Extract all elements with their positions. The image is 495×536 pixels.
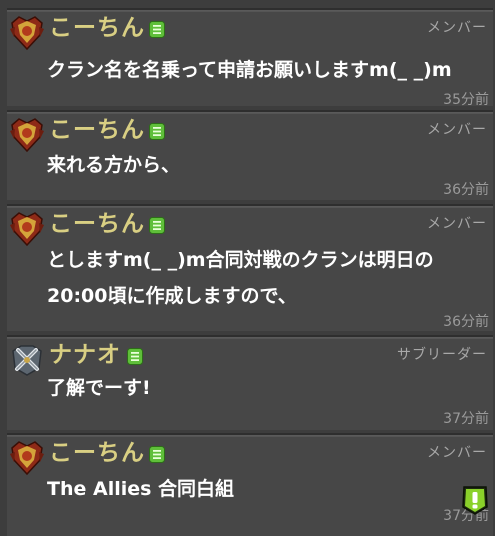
sender-name[interactable]: こーちん bbox=[49, 115, 145, 145]
chat-message: こーちん メンバー The Allies 合同白組 37分前 bbox=[7, 433, 493, 536]
exclamation-alert-icon[interactable] bbox=[461, 485, 489, 515]
chat-bubble-icon bbox=[149, 446, 165, 463]
message-timestamp: 36分前 bbox=[443, 182, 489, 198]
message-text: 来れる方から、 bbox=[47, 154, 181, 176]
member-role: メンバー bbox=[427, 122, 487, 138]
message-text: 20:00頃に作成しますので、 bbox=[47, 285, 297, 307]
clan-chat-list[interactable]: こーちん メンバー クラン名を名乗って申請お願いしますm(_ _)m 35分前 … bbox=[0, 0, 495, 536]
chat-message: こーちん メンバー 来れる方から、 36分前 bbox=[7, 110, 493, 200]
chat-bubble-icon bbox=[127, 348, 143, 365]
chat-bubble-icon bbox=[149, 123, 165, 140]
sender-name[interactable]: こーちん bbox=[49, 13, 145, 43]
message-text: としますm(_ _)m合同対戦のクランは明日の bbox=[47, 249, 434, 271]
chat-message: こーちん メンバー としますm(_ _)m合同対戦のクランは明日の 20:00頃… bbox=[7, 204, 493, 331]
message-timestamp: 35分前 bbox=[443, 92, 489, 108]
message-text: 了解でーす! bbox=[47, 377, 151, 399]
message-text: The Allies 合同白組 bbox=[47, 478, 235, 500]
chat-bubble-icon bbox=[149, 217, 165, 234]
clan-badge-red-icon[interactable] bbox=[9, 211, 45, 247]
clan-badge-red-icon[interactable] bbox=[9, 117, 45, 153]
chat-bubble-icon bbox=[149, 21, 165, 38]
crossed-swords-icon[interactable] bbox=[9, 342, 45, 378]
clan-badge-red-icon[interactable] bbox=[9, 15, 45, 51]
member-role: メンバー bbox=[427, 445, 487, 461]
member-role: サブリーダー bbox=[397, 347, 487, 363]
clan-badge-red-icon[interactable] bbox=[9, 440, 45, 476]
sender-name[interactable]: こーちん bbox=[49, 438, 145, 468]
sender-name[interactable]: こーちん bbox=[49, 209, 145, 239]
member-role: メンバー bbox=[427, 20, 487, 36]
member-role: メンバー bbox=[427, 216, 487, 232]
chat-message: ナナオ サブリーダー 了解でーす! 37分前 bbox=[7, 335, 493, 430]
sender-name[interactable]: ナナオ bbox=[49, 340, 121, 370]
message-timestamp: 36分前 bbox=[443, 314, 489, 330]
chat-message: こーちん メンバー クラン名を名乗って申請お願いしますm(_ _)m 35分前 bbox=[7, 8, 493, 108]
message-timestamp: 37分前 bbox=[443, 411, 489, 427]
message-text: クラン名を名乗って申請お願いしますm(_ _)m bbox=[47, 59, 452, 81]
